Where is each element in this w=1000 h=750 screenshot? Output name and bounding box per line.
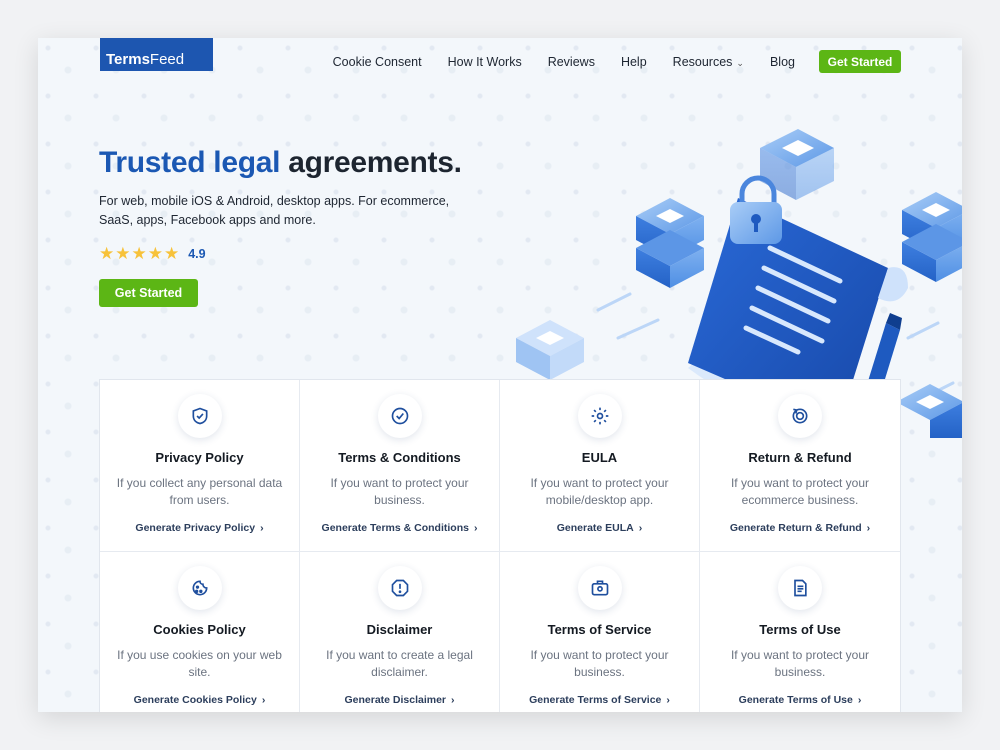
- card-link-label: Generate Terms of Use: [738, 694, 853, 706]
- card-link-label: Generate Terms & Conditions: [321, 522, 469, 534]
- card-description: If you want to protect your mobile/deskt…: [530, 476, 669, 507]
- header-get-started-button[interactable]: Get Started: [819, 50, 901, 73]
- logo-light: Feed: [149, 51, 185, 68]
- cube-left-small: [516, 320, 584, 380]
- star-rating-icon: ★★★★★: [99, 244, 181, 263]
- generate-disclaimer-link[interactable]: Generate Disclaimer ›: [300, 694, 499, 706]
- generate-terms-conditions-link[interactable]: Generate Terms & Conditions ›: [300, 522, 499, 534]
- card-terms-of-use: Terms of Use If you want to protect your…: [700, 552, 900, 712]
- logo-bold: Terms: [106, 51, 150, 68]
- hero-subtitle: For web, mobile iOS & Android, desktop a…: [99, 194, 450, 227]
- nav-resources-label: Resources: [672, 54, 733, 69]
- card-description: If you collect any personal data from us…: [116, 476, 283, 507]
- cube-right-stack: [902, 192, 962, 282]
- card-description: If you want to create a legal disclaimer…: [326, 648, 473, 679]
- card-title: EULA: [581, 450, 618, 465]
- generate-terms-of-service-link[interactable]: Generate Terms of Service ›: [500, 694, 699, 706]
- rating: ★★★★★ 4.9: [99, 244, 206, 264]
- policy-cards-grid: Privacy Policy If you collect any person…: [99, 379, 901, 712]
- card-terms-conditions: Terms & Conditions If you want to protec…: [300, 380, 500, 552]
- logo[interactable]: Terms Feed: [100, 38, 213, 71]
- chevron-down-icon: ⌄: [736, 57, 744, 68]
- lock-icon: [730, 175, 782, 244]
- card-description: If you want to protect your business.: [330, 476, 469, 507]
- chevron-right-icon: ›: [261, 694, 266, 706]
- chevron-right-icon: ›: [866, 522, 871, 534]
- main-nav: Cookie Consent How It Works Reviews Help…: [307, 50, 901, 73]
- gear-icon: [577, 394, 622, 438]
- card-description: If you want to protect your business.: [530, 648, 669, 679]
- card-terms-of-service: Terms of Service If you want to protect …: [500, 552, 700, 712]
- hero-title-blue: Trusted legal: [99, 146, 281, 179]
- card-title: Disclaimer: [366, 622, 433, 637]
- nav-help[interactable]: Help: [621, 55, 647, 69]
- card-title: Terms & Conditions: [338, 450, 461, 465]
- cube-left-stack: [636, 198, 704, 288]
- chevron-right-icon: ›: [473, 522, 478, 534]
- card-title: Privacy Policy: [155, 450, 244, 465]
- card-cookies-policy: Cookies Policy If you use cookies on you…: [100, 552, 300, 712]
- hero-get-started-button[interactable]: Get Started: [99, 279, 198, 307]
- page-frame: Terms Feed Cookie Consent How It Works Re…: [38, 38, 962, 712]
- card-description: If you want to protect your ecommerce bu…: [730, 476, 870, 507]
- chevron-right-icon: ›: [666, 694, 670, 706]
- chevron-right-icon: ›: [857, 694, 862, 706]
- card-link-label: Generate Disclaimer: [344, 694, 447, 706]
- generate-return-refund-link[interactable]: Generate Return & Refund ›: [700, 522, 900, 534]
- generate-cookies-policy-link[interactable]: Generate Cookies Policy ›: [100, 694, 299, 706]
- nav-reviews[interactable]: Reviews: [548, 55, 595, 69]
- checkmark-circle-icon: [377, 394, 422, 438]
- card-title: Return & Refund: [748, 450, 852, 465]
- card-privacy-policy: Privacy Policy If you collect any person…: [100, 380, 300, 552]
- chevron-right-icon: ›: [451, 694, 455, 706]
- shield-check-icon: [177, 394, 222, 438]
- card-link-label: Generate Return & Refund: [729, 522, 862, 534]
- document-icon: [778, 566, 822, 610]
- card-description: If you want to protect your business.: [730, 648, 870, 679]
- chevron-right-icon: ›: [638, 522, 643, 534]
- generate-privacy-policy-link[interactable]: Generate Privacy Policy ›: [100, 522, 299, 534]
- nav-resources[interactable]: Resources ⌄: [673, 55, 744, 69]
- nav-how-it-works[interactable]: How It Works: [448, 55, 522, 69]
- generate-eula-link[interactable]: Generate EULA ›: [500, 522, 699, 534]
- card-link-label: Generate EULA: [556, 522, 634, 534]
- card-return-refund: Return & Refund If you want to protect y…: [700, 380, 900, 552]
- card-description: If you use cookies on your web site.: [117, 648, 282, 679]
- nav-cookie-consent[interactable]: Cookie Consent: [333, 55, 422, 69]
- refund-icon: [778, 394, 822, 438]
- card-link-label: Generate Privacy Policy: [135, 522, 256, 534]
- hero-title-dark: agreements.: [288, 146, 462, 179]
- cube-bottom-right: [896, 384, 962, 438]
- card-title: Terms of Service: [547, 622, 652, 637]
- card-disclaimer: Disclaimer If you want to create a legal…: [300, 552, 500, 712]
- chevron-right-icon: ›: [260, 522, 264, 534]
- rating-value: 4.9: [188, 247, 206, 261]
- card-link-label: Generate Terms of Service: [529, 694, 662, 706]
- alert-octagon-icon: [377, 566, 422, 610]
- nav-blog[interactable]: Blog: [770, 55, 795, 69]
- card-title: Terms of Use: [759, 622, 841, 637]
- card-eula: EULA If you want to protect your mobile/…: [500, 380, 700, 552]
- card-link-label: Generate Cookies Policy: [133, 694, 257, 706]
- card-title: Cookies Policy: [153, 622, 246, 637]
- hero-title: Trusted legal agreements.: [99, 146, 462, 180]
- generate-terms-of-use-link[interactable]: Generate Terms of Use ›: [700, 694, 900, 706]
- briefcase-icon: [577, 566, 622, 610]
- cookie-icon: [177, 566, 222, 610]
